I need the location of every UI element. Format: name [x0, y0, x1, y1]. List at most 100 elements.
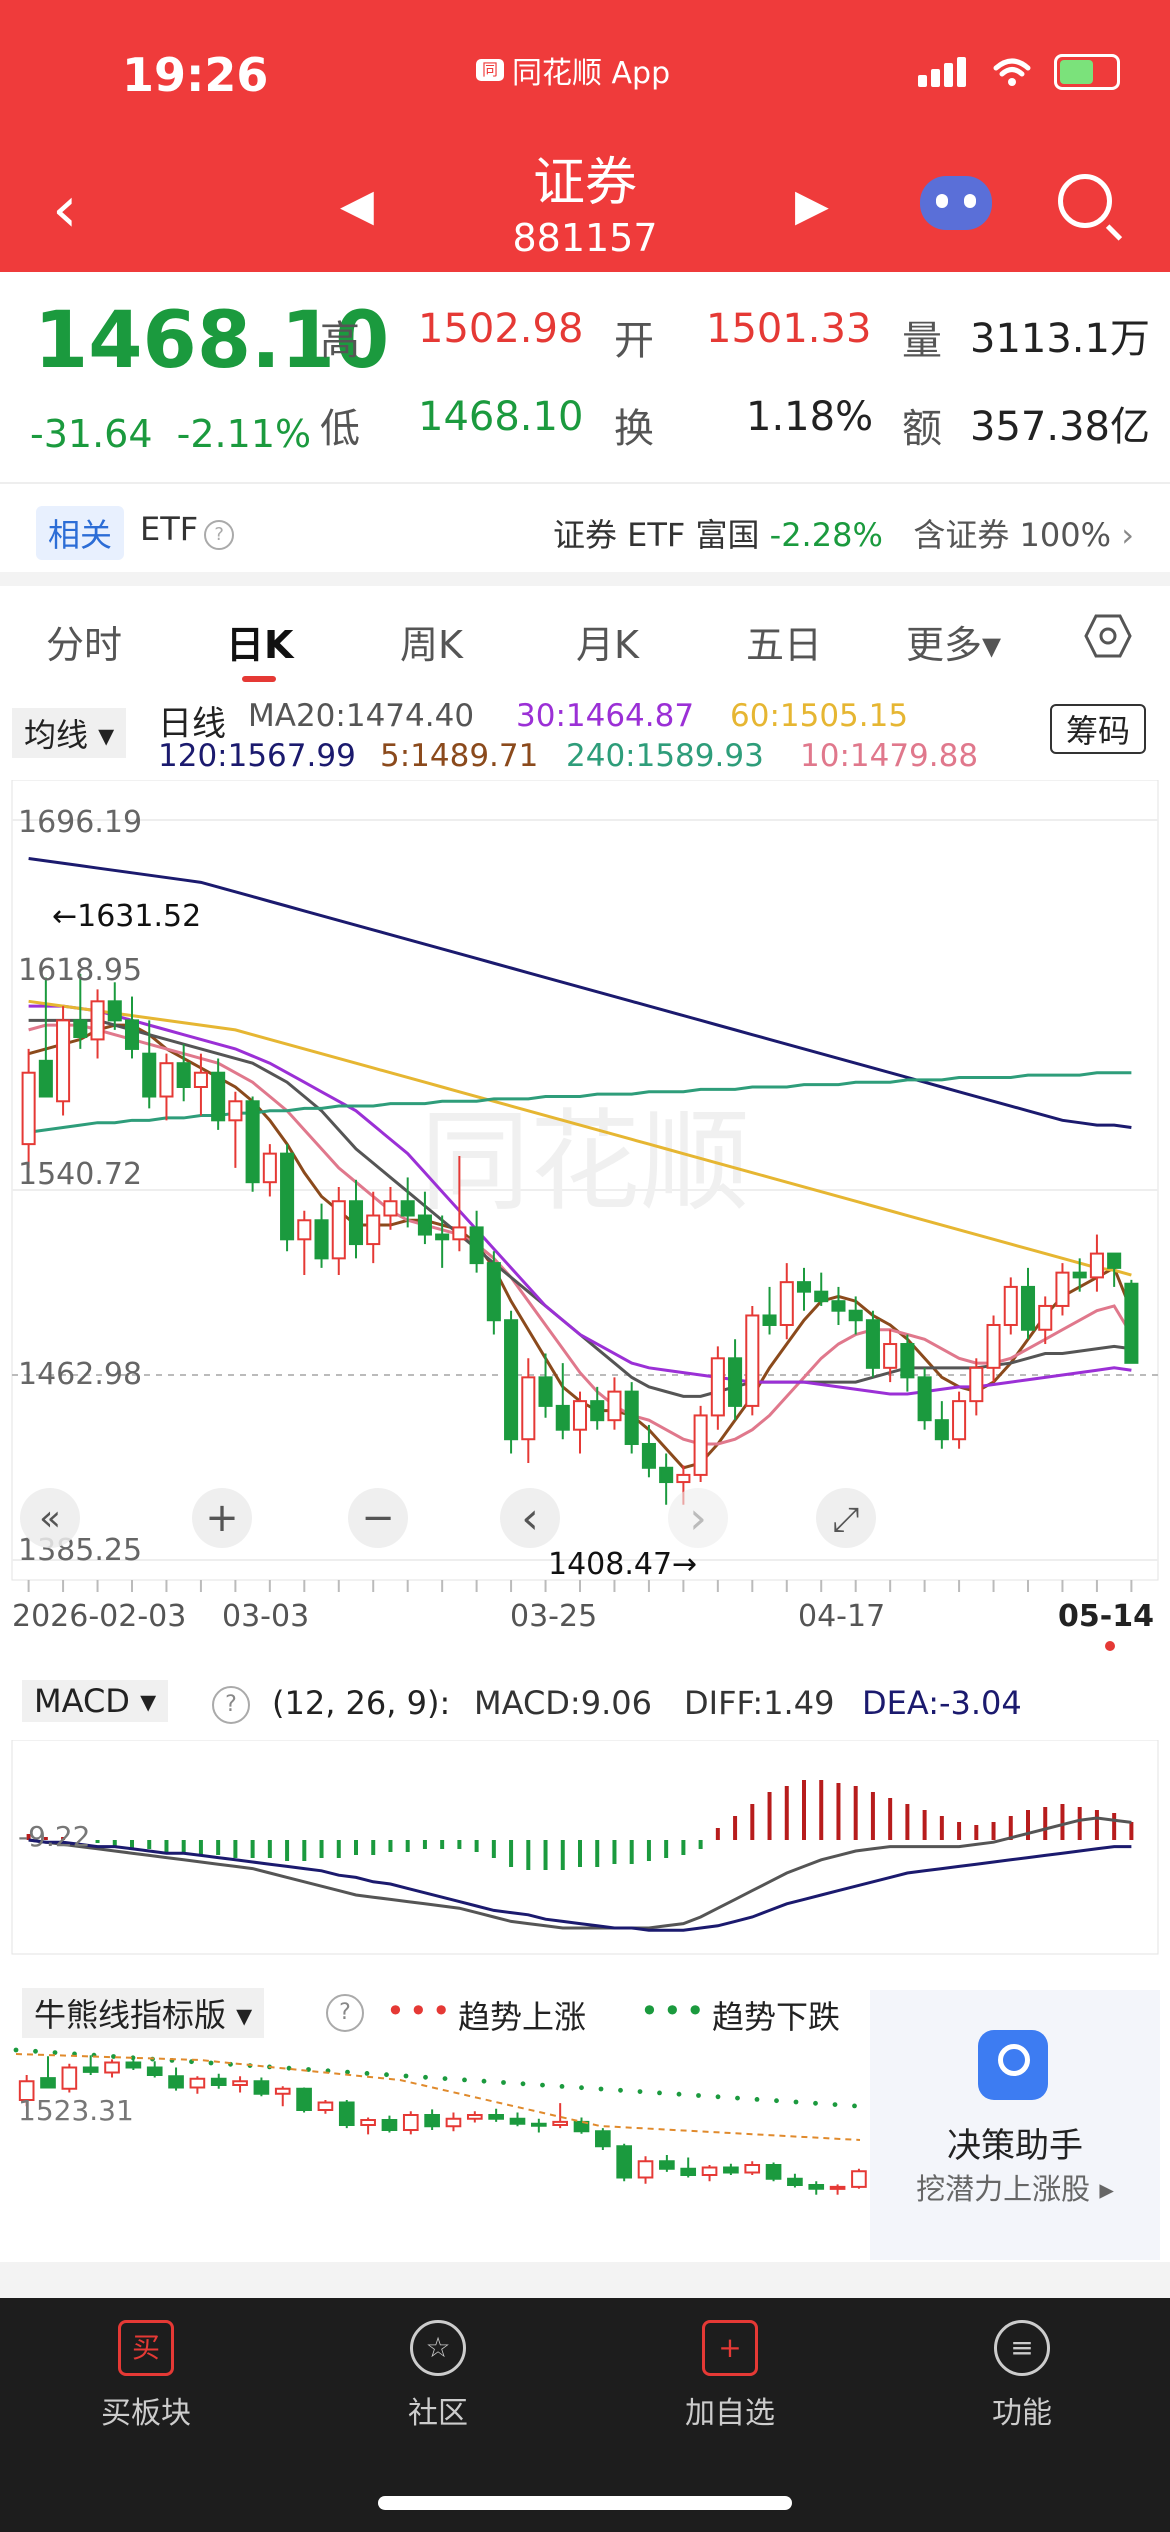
trend-down-dot	[715, 2094, 721, 2100]
trend-down-dot	[735, 2095, 740, 2101]
candle	[469, 1226, 484, 1265]
bull-candle	[723, 2166, 739, 2174]
trend-down-dot	[637, 2089, 643, 2094]
trend-down-dot	[657, 2090, 662, 2096]
low-marker: 1408.47→	[548, 1547, 697, 1582]
trend-down-dot	[462, 2077, 467, 2083]
battery-icon	[1054, 54, 1120, 90]
ma240-value: 240:1589.93	[566, 738, 764, 774]
decision-assistant-card[interactable]: 决策助手 挖潜力上涨股 ▸	[870, 1990, 1160, 2260]
nav-buy-sector[interactable]: 买 买板块	[46, 2320, 246, 2432]
candle	[193, 1071, 208, 1088]
candle	[521, 1376, 536, 1441]
candle	[883, 1343, 898, 1369]
candle	[331, 1200, 346, 1260]
trend-down-label: 趋势下跌	[712, 1998, 841, 2036]
assistant-icon	[978, 2030, 1048, 2100]
tab-monthly-k[interactable]: 月K	[576, 614, 639, 669]
etf-info[interactable]: 证券 ETF 富国 -2.28% 含证券 100% ›	[553, 510, 1134, 556]
help-icon[interactable]: ?	[204, 520, 235, 550]
tab-more[interactable]: 更多▾	[906, 614, 1001, 669]
macd-params: (12, 26, 9):	[272, 1684, 451, 1722]
next-stock-icon[interactable]: ▶	[795, 180, 829, 231]
bull-candle	[787, 2177, 803, 2186]
divider	[0, 2262, 1170, 2298]
stock-code: 881157	[512, 216, 658, 260]
trend-down-dot	[559, 2084, 565, 2089]
trend-down-dot	[696, 2093, 701, 2098]
bull-candle	[765, 2164, 782, 2180]
candle	[952, 1400, 967, 1441]
amount-label: 额	[902, 406, 942, 452]
candle	[486, 1262, 501, 1322]
candle	[366, 1214, 381, 1246]
chips-button[interactable]: 筹码	[1049, 704, 1146, 754]
candle	[228, 1100, 243, 1122]
bull-bear-chart[interactable]: 1523.31	[0, 2040, 870, 2220]
bull-help-icon[interactable]: ?	[326, 1994, 364, 2032]
scroll-right-icon[interactable]: ›	[689, 1493, 707, 1544]
settings-hex-icon[interactable]	[1084, 612, 1132, 660]
signal-icon	[918, 57, 970, 87]
candle	[435, 1233, 450, 1241]
trend-down-dot	[793, 2099, 799, 2105]
macd-help-icon[interactable]: ?	[212, 1686, 250, 1724]
trend-down-dot	[540, 2082, 545, 2088]
status-time: 19:26	[122, 48, 269, 102]
zoom-in-icon[interactable]: +	[205, 1495, 239, 1541]
bull-candle	[552, 2120, 568, 2126]
search-icon[interactable]	[1058, 174, 1112, 228]
candle	[796, 1281, 812, 1293]
bull-candle	[40, 2077, 56, 2089]
tab-weekly-k[interactable]: 周K	[400, 614, 463, 669]
home-indicator	[378, 2496, 792, 2510]
fullscreen-icon[interactable]: ⤢	[832, 1500, 859, 1540]
candle	[21, 1071, 36, 1146]
bull-candle	[104, 2061, 120, 2074]
bull-bear-selector[interactable]: 牛熊线指标版 ▾	[22, 1988, 265, 2038]
candle	[280, 1152, 295, 1241]
bull-candle	[744, 2164, 761, 2174]
open-value: 1501.33	[706, 306, 872, 352]
trend-down-dot	[813, 2100, 818, 2106]
trend-down-dot	[676, 2091, 682, 2097]
holding-label: 含证券	[913, 516, 1010, 554]
scroll-left-icon[interactable]: ‹	[521, 1493, 539, 1544]
bull-candle	[61, 2066, 78, 2090]
scroll-start-icon[interactable]: «	[39, 1498, 61, 1539]
bull-candle	[829, 2185, 846, 2190]
etf-change: -2.28%	[769, 516, 883, 554]
macd-chart[interactable]: -9.22	[0, 1740, 1170, 1960]
bull-candle	[531, 2122, 547, 2127]
bull-candle	[296, 2087, 312, 2111]
indicator-selector[interactable]: 均线 ▾	[12, 708, 127, 758]
candle	[676, 1473, 691, 1484]
bull-candle	[466, 2114, 483, 2120]
watermark: 同花顺	[420, 1098, 750, 1226]
macd-value: MACD:9.06	[474, 1684, 652, 1722]
period-tabs: 分时 日K 周K 月K 五日 更多▾	[0, 586, 1170, 696]
holding-value: 100%	[1019, 516, 1112, 554]
volume-value: 3113.1万	[970, 316, 1150, 362]
nav-add-watchlist[interactable]: + 加自选	[630, 2320, 830, 2432]
bull-candle	[701, 2166, 718, 2176]
nav-community[interactable]: ☆ 社区	[338, 2320, 538, 2432]
related-etf-row[interactable]: 相关 ETF? 证券 ETF 富国 -2.28% 含证券 100% ›	[0, 482, 1170, 574]
tab-intraday[interactable]: 分时	[46, 614, 122, 669]
trend-down-dot	[384, 2072, 389, 2078]
tab-daily-k[interactable]: 日K	[226, 614, 293, 669]
candle	[779, 1281, 794, 1326]
robot-assistant-icon[interactable]	[920, 176, 992, 230]
candle	[900, 1343, 915, 1379]
tab-five-day[interactable]: 五日	[746, 614, 822, 669]
bull-candle	[637, 2160, 654, 2179]
nav-functions[interactable]: ≡ 功能	[922, 2320, 1122, 2432]
candlestick-chart[interactable]: 同花顺 1696.19 1618.95 1540.72 1462.98 1385…	[0, 780, 1170, 1670]
high-value: 1502.98	[418, 306, 584, 352]
y-overlay-label: 1618.95	[18, 953, 142, 988]
candle	[73, 1019, 88, 1039]
macd-selector[interactable]: MACD ▾	[22, 1680, 169, 1722]
candle	[452, 1226, 467, 1241]
zoom-out-icon[interactable]: −	[361, 1495, 395, 1541]
candle	[90, 1000, 105, 1041]
